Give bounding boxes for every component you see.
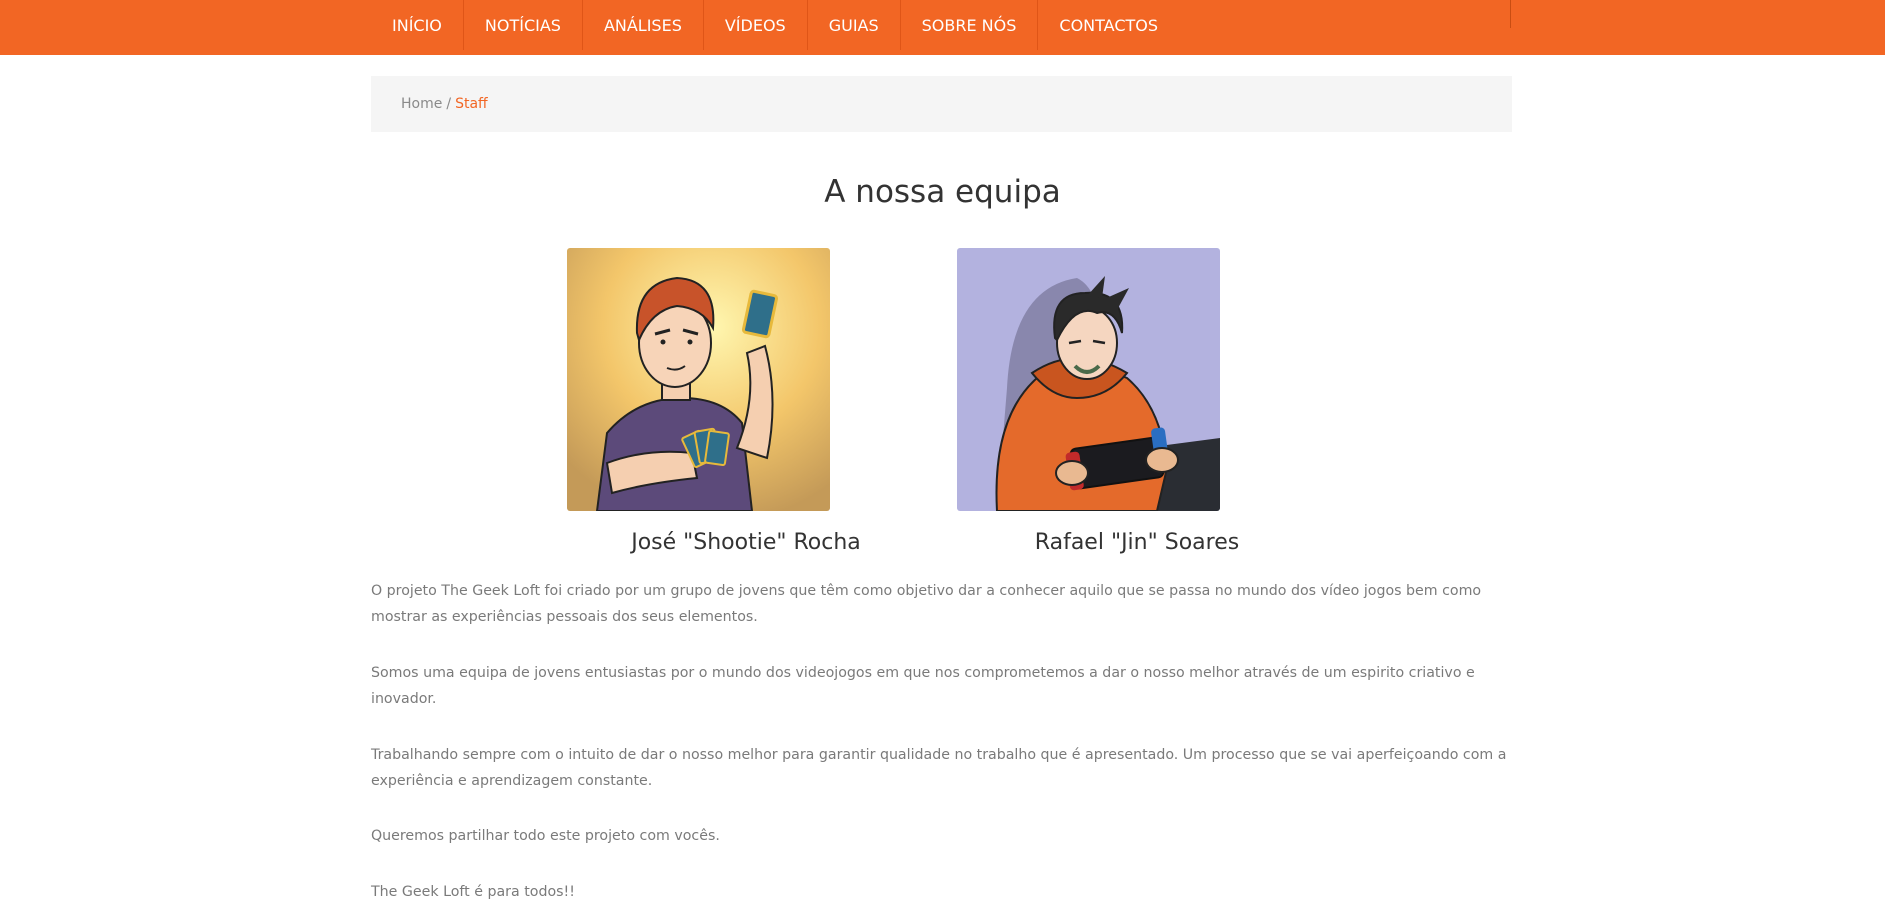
main-nav: INÍCIO NOTÍCIAS ANÁLISES VÍDEOS GUIAS SO… bbox=[371, 0, 1179, 55]
nav-item-noticias[interactable]: NOTÍCIAS bbox=[464, 0, 583, 50]
about-paragraph-5: The Geek Loft é para todos!! bbox=[371, 884, 575, 900]
about-paragraph-3: Trabalhando sempre com o intuito de dar … bbox=[371, 747, 1507, 789]
nav-item-videos[interactable]: VÍDEOS bbox=[704, 0, 808, 50]
about-paragraph-2: Somos uma equipa de jovens entusiastas p… bbox=[371, 665, 1475, 707]
avatar-illustration-handheld-gamer bbox=[957, 248, 1220, 511]
about-paragraph-4: Queremos partilhar todo este projeto com… bbox=[371, 828, 720, 844]
nav-item-analises[interactable]: ANÁLISES bbox=[583, 0, 704, 50]
member-name-shootie: José "Shootie" Rocha bbox=[631, 530, 861, 555]
page-title: A nossa equipa bbox=[824, 174, 1061, 210]
nav-item-guias[interactable]: GUIAS bbox=[808, 0, 901, 50]
member-name-jin: Rafael "Jin" Soares bbox=[1034, 530, 1240, 555]
member-avatar-jin[interactable] bbox=[957, 248, 1220, 511]
breadcrumb-current: Staff bbox=[455, 96, 488, 112]
breadcrumb-separator: / bbox=[446, 96, 452, 112]
member-avatar-shootie[interactable] bbox=[567, 248, 830, 511]
nav-divider bbox=[1510, 0, 1511, 28]
nav-item-inicio[interactable]: INÍCIO bbox=[371, 0, 464, 50]
top-navigation-bar: INÍCIO NOTÍCIAS ANÁLISES VÍDEOS GUIAS SO… bbox=[0, 0, 1885, 55]
breadcrumb-home-link[interactable]: Home bbox=[401, 96, 442, 112]
about-paragraph-1: O projeto The Geek Loft foi criado por u… bbox=[371, 583, 1482, 625]
nav-item-contactos[interactable]: CONTACTOS bbox=[1038, 0, 1179, 50]
breadcrumb: Home / Staff bbox=[371, 76, 1512, 132]
avatar-illustration-card-player bbox=[567, 248, 830, 511]
nav-item-sobre-nos[interactable]: SOBRE NÓS bbox=[901, 0, 1039, 50]
